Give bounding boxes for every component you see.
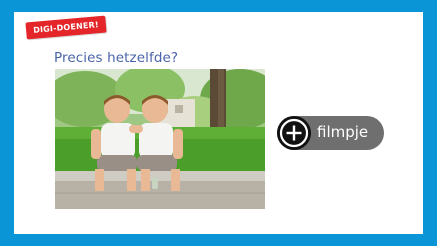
video-button-label: filmpje xyxy=(317,123,369,141)
twins-photo xyxy=(55,69,265,209)
video-button[interactable]: filmpje xyxy=(277,116,384,150)
plus-circle-icon xyxy=(277,116,311,150)
question-title: Precies hetzelfde? xyxy=(54,50,179,66)
twins-photo-illustration xyxy=(55,69,265,209)
